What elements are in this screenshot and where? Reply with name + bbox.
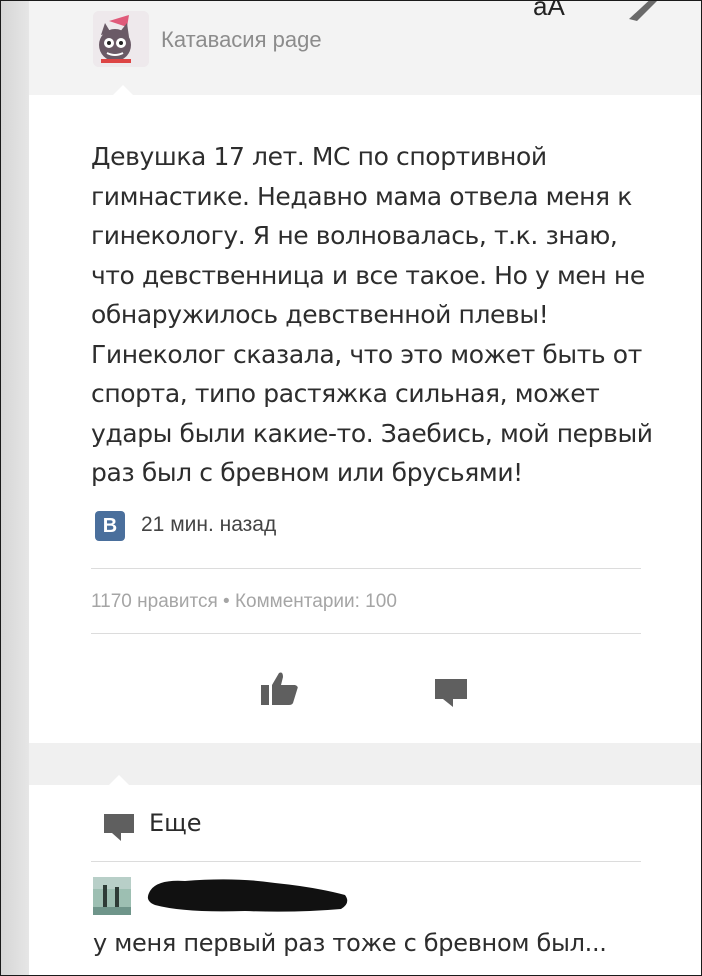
card-pointer <box>109 775 129 785</box>
post-stats[interactable]: 1170 нравится • Комментарии: 100 <box>91 591 397 613</box>
comment-button[interactable] <box>433 677 469 713</box>
redacted-username <box>147 879 348 912</box>
left-edge-panel <box>1 1 29 975</box>
divider <box>91 568 641 569</box>
comment-icon <box>104 814 134 841</box>
post-text: Девушка 17 лет. МС по спортивной гимнаст… <box>91 142 653 487</box>
divider <box>91 861 641 862</box>
commenter-avatar[interactable] <box>93 877 131 915</box>
vk-source-badge[interactable]: В <box>95 511 125 541</box>
section-gap <box>29 743 701 785</box>
page-name[interactable]: Катавасия page <box>161 27 322 53</box>
card-pointer <box>113 85 133 95</box>
like-button[interactable] <box>259 671 299 711</box>
font-size-toggle[interactable]: aA <box>533 1 565 22</box>
divider <box>91 633 641 634</box>
comment-icon <box>435 679 467 707</box>
thumbs-up-icon <box>261 672 298 705</box>
cat-avatar-icon[interactable] <box>93 11 149 67</box>
screen-frame: Катавасия page aA Девушка 17 лет. МС по … <box>0 0 702 976</box>
more-label: Еще <box>149 809 202 837</box>
pencil-icon[interactable] <box>625 1 665 27</box>
comment-text: у меня первый раз тоже с бревном был... <box>93 929 607 957</box>
post-timestamp: 21 мин. назад <box>141 513 277 536</box>
